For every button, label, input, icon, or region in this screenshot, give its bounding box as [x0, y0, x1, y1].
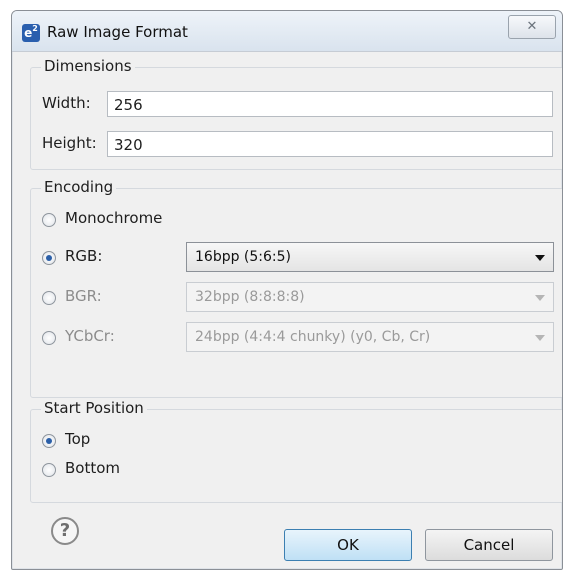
bgr-format-dropdown[interactable]: 32bpp (8:8:8:8) [186, 282, 554, 312]
ycbcr-format-value: 24bpp (4:4:4 chunky) (y0, Cb, Cr) [195, 329, 431, 345]
start-position-group: Start Position Top Bottom [30, 399, 562, 503]
height-label: Height: [42, 134, 97, 152]
width-label: Width: [42, 94, 91, 112]
top-label[interactable]: Top [65, 430, 90, 448]
title-bar[interactable]: e2 Raw Image Format ✕ [12, 11, 562, 52]
rgb-format-dropdown[interactable]: 16bpp (5:6:5) [186, 242, 554, 272]
bottom-label[interactable]: Bottom [65, 459, 120, 477]
bottom-radio[interactable] [42, 463, 56, 477]
bgr-format-value: 32bpp (8:8:8:8) [195, 289, 305, 305]
ycbcr-radio[interactable] [42, 331, 56, 345]
width-input[interactable]: 256 [107, 91, 553, 117]
chevron-down-icon [535, 255, 545, 261]
close-icon: ✕ [526, 19, 538, 34]
ycbcr-format-dropdown[interactable]: 24bpp (4:4:4 chunky) (y0, Cb, Cr) [186, 322, 554, 352]
help-icon-glyph: ? [59, 520, 71, 541]
rgb-label[interactable]: RGB: [65, 247, 102, 265]
app-icon: e2 [22, 24, 40, 42]
encoding-group: Encoding Monochrome RGB: 16bpp (5:6:5) B… [30, 178, 562, 398]
top-radio[interactable] [42, 434, 56, 448]
dimensions-group: Dimensions Width: 256 Height: 320 [30, 57, 562, 170]
encoding-group-label: Encoding [41, 178, 117, 196]
start-position-group-label: Start Position [41, 399, 147, 417]
chevron-down-icon [535, 295, 545, 301]
cancel-button[interactable]: Cancel [425, 529, 553, 561]
window-title: Raw Image Format [47, 23, 188, 41]
bgr-radio[interactable] [42, 291, 56, 305]
chevron-down-icon [535, 335, 545, 341]
ycbcr-label[interactable]: YCbCr: [65, 327, 115, 345]
raw-image-format-dialog: e2 Raw Image Format ✕ Dimensions Width: … [11, 10, 563, 570]
monochrome-label[interactable]: Monochrome [65, 209, 162, 227]
dimensions-group-label: Dimensions [41, 57, 135, 75]
height-input[interactable]: 320 [107, 131, 553, 157]
monochrome-radio[interactable] [42, 213, 56, 227]
rgb-radio[interactable] [42, 251, 56, 265]
bgr-label[interactable]: BGR: [65, 287, 102, 305]
app-icon-superscript: 2 [32, 24, 38, 33]
rgb-format-value: 16bpp (5:6:5) [195, 249, 292, 265]
ok-button[interactable]: OK [284, 529, 412, 561]
help-icon[interactable]: ? [51, 517, 79, 545]
close-button[interactable]: ✕ [508, 15, 556, 39]
